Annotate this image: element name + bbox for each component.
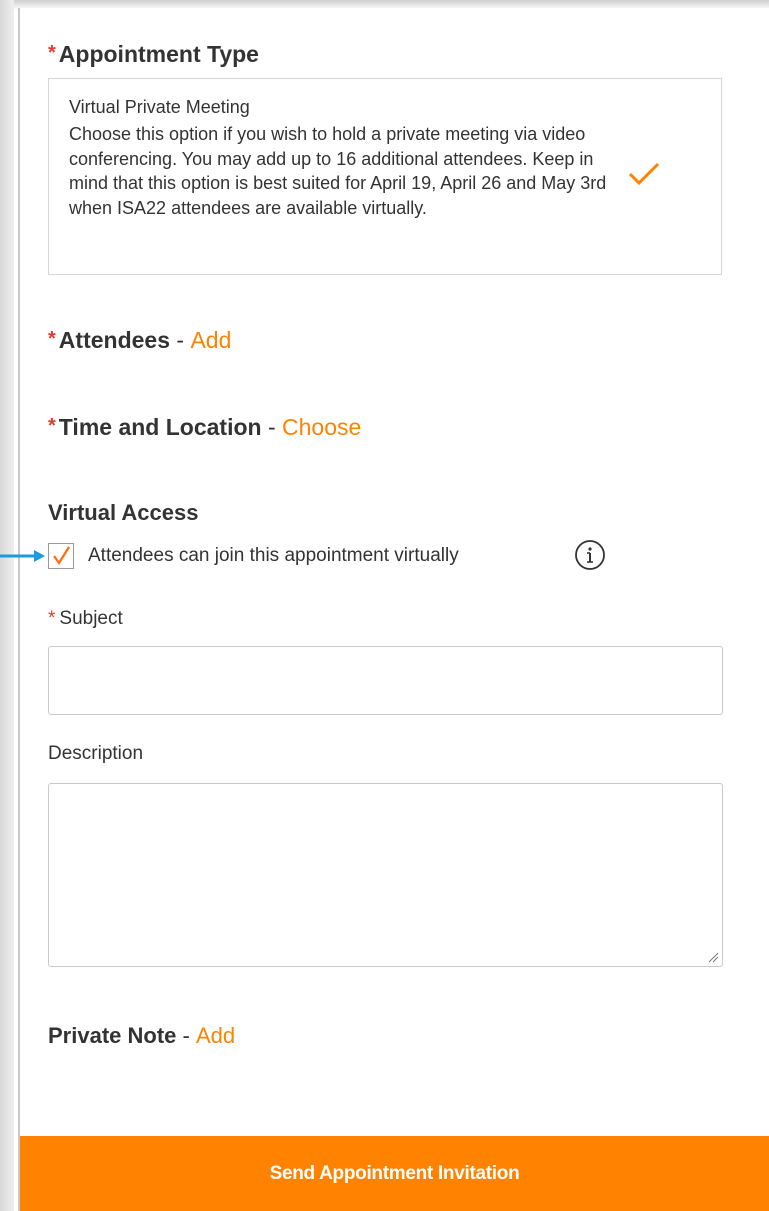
virtual-access-checkbox-label[interactable]: Attendees can join this appointment virt… xyxy=(88,545,459,567)
required-marker: * xyxy=(48,328,56,350)
appointment-type-heading: * Appointment Type xyxy=(48,41,259,67)
virtual-access-heading: Virtual Access xyxy=(48,500,199,525)
required-marker: * xyxy=(48,42,56,64)
add-attendees-link[interactable]: Add xyxy=(190,327,231,353)
window-left-edge xyxy=(0,0,14,1211)
subject-label: * Subject xyxy=(48,608,123,629)
option-title: Virtual Private Meeting xyxy=(69,97,250,117)
private-note-heading: Private Note - Add xyxy=(48,1023,236,1048)
attendees-heading: * Attendees - Add xyxy=(48,327,232,353)
send-appointment-invitation-button[interactable]: Send Appointment Invitation xyxy=(20,1136,769,1211)
description-textarea[interactable] xyxy=(48,783,723,967)
appointment-type-option-virtual-private-meeting[interactable]: Virtual Private Meeting Choose this opti… xyxy=(48,78,722,275)
subject-input[interactable] xyxy=(48,646,723,715)
time-location-heading: * Time and Location - Choose xyxy=(48,414,362,440)
required-marker: * xyxy=(48,608,56,629)
option-description: Choose this option if you wish to hold a… xyxy=(69,124,607,218)
checkbox-check-icon xyxy=(53,546,70,565)
virtual-access-checkbox[interactable] xyxy=(48,543,74,569)
info-circle-icon[interactable] xyxy=(574,539,606,571)
required-marker: * xyxy=(48,415,56,437)
checkmark-icon xyxy=(628,162,660,186)
choose-time-location-link[interactable]: Choose xyxy=(282,414,361,440)
resize-grip-icon[interactable] xyxy=(707,951,719,963)
arrow-pointer-icon xyxy=(0,550,45,562)
add-private-note-link[interactable]: Add xyxy=(196,1023,235,1048)
description-label: Description xyxy=(48,743,144,764)
